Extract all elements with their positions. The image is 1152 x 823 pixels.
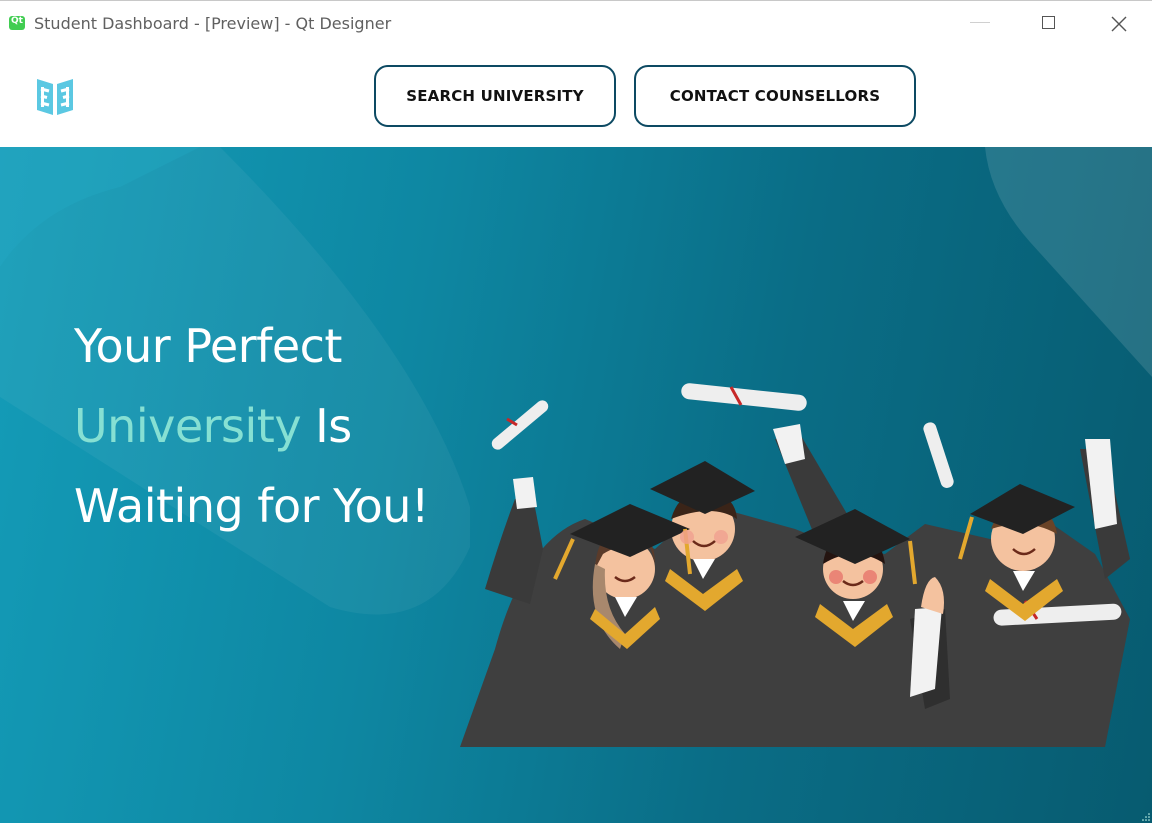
qt-designer-icon: Qt (9, 16, 25, 30)
window-titlebar: Qt Student Dashboard - [Preview] - Qt De… (0, 0, 1152, 46)
hero-headline-line-1: Your Perfect (74, 319, 342, 373)
open-book-logo-icon (37, 79, 73, 115)
close-button[interactable] (1107, 13, 1131, 35)
app-header: SEARCH UNIVERSITY CONTACT COUNSELLORS (0, 46, 1152, 147)
hero-accent-word: University (74, 399, 302, 453)
resize-grip-icon[interactable] (1142, 813, 1150, 821)
hero-headline-line-3: Waiting for You! (74, 479, 429, 533)
hero-banner: Your Perfect University Is Waiting for Y… (0, 147, 1152, 823)
window-title: Student Dashboard - [Preview] - Qt Desig… (34, 14, 392, 33)
graduates-illustration (460, 383, 1130, 747)
close-icon (1111, 16, 1127, 32)
search-university-button[interactable]: SEARCH UNIVERSITY (374, 65, 616, 127)
minimize-button[interactable] (968, 13, 992, 35)
maximize-button[interactable] (1037, 13, 1061, 35)
hero-headline-line-2: University Is (74, 399, 352, 453)
contact-counsellors-button[interactable]: CONTACT COUNSELLORS (634, 65, 916, 127)
qt-badge-text: Qt (11, 16, 23, 26)
hero-headline-line-2-rest: Is (301, 399, 352, 453)
